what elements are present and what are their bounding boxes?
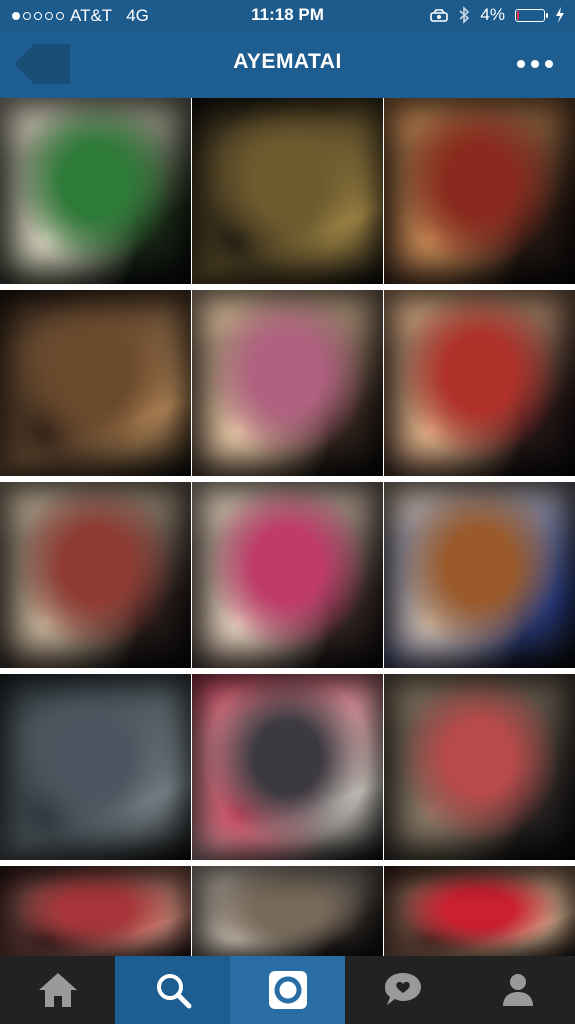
photo-boy-on-bench <box>192 674 383 860</box>
photo-group-indoors <box>192 866 383 962</box>
photo-thumbnail[interactable] <box>192 290 383 476</box>
tab-explore[interactable] <box>115 956 230 1024</box>
photo-thumbnail[interactable] <box>0 674 191 860</box>
photo-group-living-room <box>0 290 191 476</box>
photo-red-balloon <box>384 866 575 962</box>
photo-thumbnail[interactable] <box>384 482 575 668</box>
photo-boy-reading <box>384 674 575 860</box>
tab-home[interactable] <box>0 956 115 1024</box>
battery-icon <box>515 8 548 22</box>
photo-grid <box>0 98 575 962</box>
camera-icon <box>268 971 307 1009</box>
photo-thumbnail[interactable] <box>0 482 191 668</box>
photo-thumbnail[interactable] <box>192 674 383 860</box>
activity-icon <box>384 973 421 1005</box>
photo-soccer-players <box>0 98 191 284</box>
charging-bolt-icon <box>556 7 564 23</box>
status-icons: 4% <box>430 5 565 25</box>
profile-icon <box>502 974 533 1006</box>
tab-activity[interactable] <box>345 956 460 1024</box>
photo-thumbnail[interactable] <box>192 866 383 962</box>
photo-thumbnail[interactable] <box>384 866 575 962</box>
photo-thumbnail[interactable] <box>0 98 191 284</box>
photo-thumbnail[interactable] <box>0 866 191 962</box>
photo-friends-playing-floor <box>384 98 575 284</box>
more-options-icon[interactable] <box>517 60 553 68</box>
photo-thumbnail[interactable] <box>192 482 383 668</box>
page-title: AYEMATAI <box>233 50 342 73</box>
photo-boy-on-floor <box>384 482 575 668</box>
battery-percent: 4% <box>480 5 505 24</box>
photo-boy-with-kitten <box>192 482 383 668</box>
photo-person-on-street <box>0 674 191 860</box>
tab-camera[interactable] <box>230 956 345 1024</box>
status-bar: AT&T 4G 11:18 PM 4% <box>0 0 575 30</box>
navigation-bar: AYEMATAI <box>0 30 575 98</box>
photo-thumbnail[interactable] <box>384 674 575 860</box>
tab-profile[interactable] <box>460 956 575 1024</box>
alarm-icon <box>430 9 449 22</box>
photo-friends-on-couch <box>384 290 575 476</box>
bluetooth-icon <box>459 6 470 24</box>
photo-three-friends-portrait <box>192 290 383 476</box>
photo-basketball-court-night <box>192 98 383 284</box>
search-icon <box>156 974 191 1009</box>
photo-thumbnail[interactable] <box>384 290 575 476</box>
photo-boy-wrestling <box>0 482 191 668</box>
photo-thumbnail[interactable] <box>0 290 191 476</box>
tab-bar <box>0 956 575 1024</box>
photo-thumbnail[interactable] <box>384 98 575 284</box>
home-icon <box>38 973 77 1007</box>
photo-boy-red-shirt <box>0 866 191 962</box>
photo-thumbnail[interactable] <box>192 98 383 284</box>
